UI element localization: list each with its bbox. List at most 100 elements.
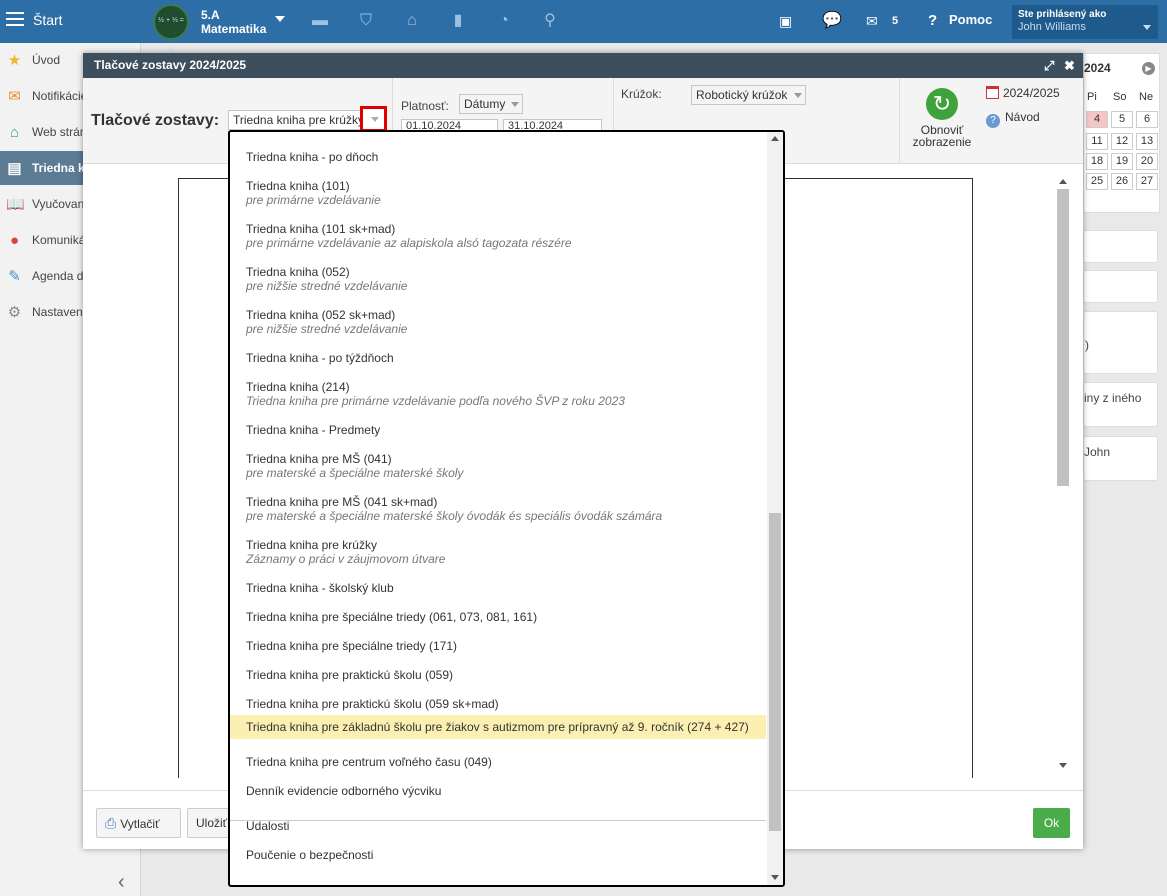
calendar-day[interactable]: 13 bbox=[1136, 133, 1158, 150]
messages-count[interactable]: 5 bbox=[892, 11, 898, 31]
dropdown-option[interactable]: Triedna kniha pre základnú školu pre žia… bbox=[230, 715, 766, 739]
start-link[interactable]: Štart bbox=[33, 12, 63, 28]
dropdown-option[interactable]: Triedna kniha pre MŠ (041 sk+mad) pre mat… bbox=[230, 484, 766, 527]
class-code: 5.A bbox=[201, 8, 220, 22]
dropdown-option[interactable]: Triedna kniha - po dňoch bbox=[230, 139, 766, 168]
class-avatar[interactable]: ½ + ⅓ = ⅚ bbox=[153, 4, 189, 54]
reports-select-value: Triedna kniha pre krúžky bbox=[233, 113, 364, 127]
close-icon[interactable]: ✖ bbox=[1064, 53, 1075, 78]
dropdown-option[interactable]: Triedna kniha - školský klub bbox=[230, 570, 766, 599]
user-account-menu[interactable]: Ste prihlásený ako John Williams bbox=[1012, 5, 1158, 39]
calendar-day[interactable]: 18 bbox=[1086, 153, 1108, 170]
dropdown-option[interactable]: Poučenie o bezpečnosti bbox=[230, 837, 766, 866]
right-panel-card[interactable] bbox=[1083, 270, 1158, 303]
scroll-up-icon[interactable] bbox=[1059, 179, 1067, 184]
class-selector-caret-icon[interactable] bbox=[275, 16, 285, 22]
dropdown-scrollbar[interactable] bbox=[767, 132, 783, 885]
bar-chart-icon[interactable]: ▮ bbox=[448, 11, 468, 31]
briefcase-icon[interactable]: ▬ bbox=[310, 11, 330, 31]
dropdown-option[interactable]: Triedna kniha - po týždňoch bbox=[230, 340, 766, 369]
dropdown-option-title: Triedna kniha pre špeciálne triedy (061,… bbox=[246, 610, 538, 624]
calendar-day[interactable]: 27 bbox=[1136, 173, 1158, 190]
help-circle-icon: ? bbox=[986, 114, 1000, 128]
dropdown-option[interactable]: Triedna kniha (052) pre nižšie stredné vz… bbox=[230, 254, 766, 297]
maximize-icon[interactable]: ⤢ bbox=[1044, 53, 1054, 78]
dropdown-option-title: Triedna kniha pre MŠ (041 sk+mad) bbox=[246, 495, 438, 509]
right-card-text: ) bbox=[1085, 338, 1089, 352]
print-button[interactable]: ⎙ Vytlačiť bbox=[96, 808, 181, 838]
dropdown-option[interactable]: Triedna kniha pre krúžky Záznamy o práci … bbox=[230, 527, 766, 570]
refresh-icon[interactable]: ↻ bbox=[926, 88, 958, 120]
dropdown-option-title: Triedna kniha (101) bbox=[246, 179, 350, 193]
right-panel-card[interactable]: iny z iného bbox=[1083, 382, 1158, 427]
scrollbar-thumb[interactable] bbox=[769, 513, 781, 831]
reports-dropdown-list[interactable]: Triedna kniha - po dňoch Triedna kniha (1… bbox=[228, 130, 785, 887]
user-name: John Williams bbox=[1018, 21, 1086, 33]
calendar-day[interactable]: 19 bbox=[1111, 153, 1133, 170]
right-panel-card[interactable]: John bbox=[1083, 436, 1158, 481]
dropdown-option[interactable]: Triedna kniha (214) Triedna kniha pre pri… bbox=[230, 369, 766, 412]
dropdown-option[interactable]: Triedna kniha - Predmety bbox=[230, 412, 766, 441]
dropdown-option-title: Triedna kniha pre praktickú školu (059 s… bbox=[246, 697, 499, 711]
help-question-icon[interactable]: ? bbox=[928, 11, 937, 31]
validity-mode-select[interactable]: Dátumy bbox=[459, 94, 523, 114]
hamburger-menu-icon[interactable] bbox=[6, 12, 24, 26]
shield-icon[interactable]: ⛉ bbox=[356, 11, 376, 31]
calendar-day[interactable]: 26 bbox=[1111, 173, 1133, 190]
dropdown-option[interactable]: Triedna kniha pre centrum voľného času (… bbox=[230, 744, 766, 773]
reports-select[interactable]: Triedna kniha pre krúžky bbox=[228, 110, 378, 130]
messages-envelope-icon[interactable]: ✉ bbox=[866, 11, 878, 31]
dropdown-option[interactable]: Triedna kniha (052 sk+mad) pre nižšie str… bbox=[230, 297, 766, 340]
ok-button[interactable]: Ok bbox=[1033, 808, 1070, 838]
screen-cast-icon[interactable]: ▣ bbox=[779, 11, 792, 31]
calendar-day[interactable]: 20 bbox=[1136, 153, 1158, 170]
dropdown-option-title: Triedna kniha pre centrum voľného času (… bbox=[246, 755, 492, 769]
calendar-day[interactable]: 6 bbox=[1136, 111, 1158, 128]
chevron-down-icon bbox=[371, 117, 379, 122]
envelope-icon: ✉ bbox=[8, 88, 21, 105]
guide-link[interactable]: ? Návod bbox=[986, 110, 1040, 128]
calendar-day[interactable]: 25 bbox=[1086, 173, 1108, 190]
right-panel-card[interactable]: ) bbox=[1083, 311, 1158, 374]
dropdown-option-title: Triedna kniha (101 sk+mad) bbox=[246, 222, 396, 236]
calendar-day[interactable]: 5 bbox=[1111, 111, 1133, 128]
running-person-icon[interactable]: ⚲ bbox=[540, 11, 560, 31]
help-link[interactable]: Pomoc bbox=[949, 12, 992, 27]
calendar-day[interactable]: 11 bbox=[1086, 133, 1108, 150]
validity-label: Platnosť: bbox=[401, 99, 449, 113]
dropdown-option[interactable]: Triedna kniha pre praktickú školu (059 s… bbox=[230, 686, 766, 715]
dropdown-option-title: Denník evidencie odborného výcviku bbox=[246, 784, 442, 798]
dropdown-option[interactable]: Triedna kniha pre špeciálne triedy (171) bbox=[230, 628, 766, 657]
dropdown-option-subtitle: pre primárne vzdelávanie bbox=[246, 193, 381, 207]
user-menu-caret-icon bbox=[1143, 25, 1151, 30]
calendar-day[interactable]: 12 bbox=[1111, 133, 1133, 150]
dropdown-option[interactable]: Triedna kniha (101) pre primárne vzdeláva… bbox=[230, 168, 766, 211]
refresh-view-button[interactable]: Obnoviť zobrazenie bbox=[909, 124, 975, 148]
dropdown-option[interactable]: Triedna kniha (101 sk+mad) pre primárne v… bbox=[230, 211, 766, 254]
dialog-title: Tlačové zostavy 2024/2025 bbox=[94, 58, 247, 72]
calendar-day[interactable]: 4 bbox=[1086, 111, 1108, 128]
reports-select-dropdown-toggle[interactable] bbox=[360, 106, 387, 132]
dropdown-option[interactable]: Triedna kniha pre MŠ (041) pre materské a… bbox=[230, 441, 766, 484]
scroll-down-icon[interactable] bbox=[1059, 763, 1067, 768]
right-panel-card[interactable] bbox=[1083, 230, 1158, 263]
club-select[interactable]: Robotický krúžok bbox=[691, 85, 806, 105]
notebook-icon: ▤ bbox=[7, 160, 22, 177]
dropdown-option[interactable]: Triedna kniha pre špeciálne triedy (061,… bbox=[230, 599, 766, 628]
dropdown-option[interactable]: Udalosti bbox=[230, 808, 766, 837]
school-building-icon[interactable]: ⌂ bbox=[402, 11, 422, 31]
dropdown-option-title: Triedna kniha (052 sk+mad) bbox=[246, 308, 396, 322]
preview-scrollbar[interactable] bbox=[1056, 175, 1070, 775]
chat-bubbles-icon[interactable]: 💬 bbox=[822, 11, 842, 31]
calendar-next-month-icon[interactable]: ▶ bbox=[1142, 62, 1155, 75]
school-year-select[interactable]: 2024/2025 bbox=[986, 86, 1060, 100]
speedometer-icon[interactable]: ◔ bbox=[494, 11, 514, 31]
club-label: Krúžok: bbox=[621, 87, 662, 101]
scrollbar-thumb[interactable] bbox=[1057, 189, 1069, 486]
dropdown-option[interactable]: Denník evidencie odborného výcviku bbox=[230, 773, 766, 802]
class-selector[interactable]: 5.A Matematika bbox=[201, 8, 266, 36]
scroll-down-icon[interactable] bbox=[771, 875, 779, 880]
sidebar-collapse-chevron-icon[interactable]: ‹ bbox=[118, 871, 125, 894]
scroll-up-icon[interactable] bbox=[771, 136, 779, 141]
dropdown-option[interactable]: Triedna kniha pre praktickú školu (059) bbox=[230, 657, 766, 686]
